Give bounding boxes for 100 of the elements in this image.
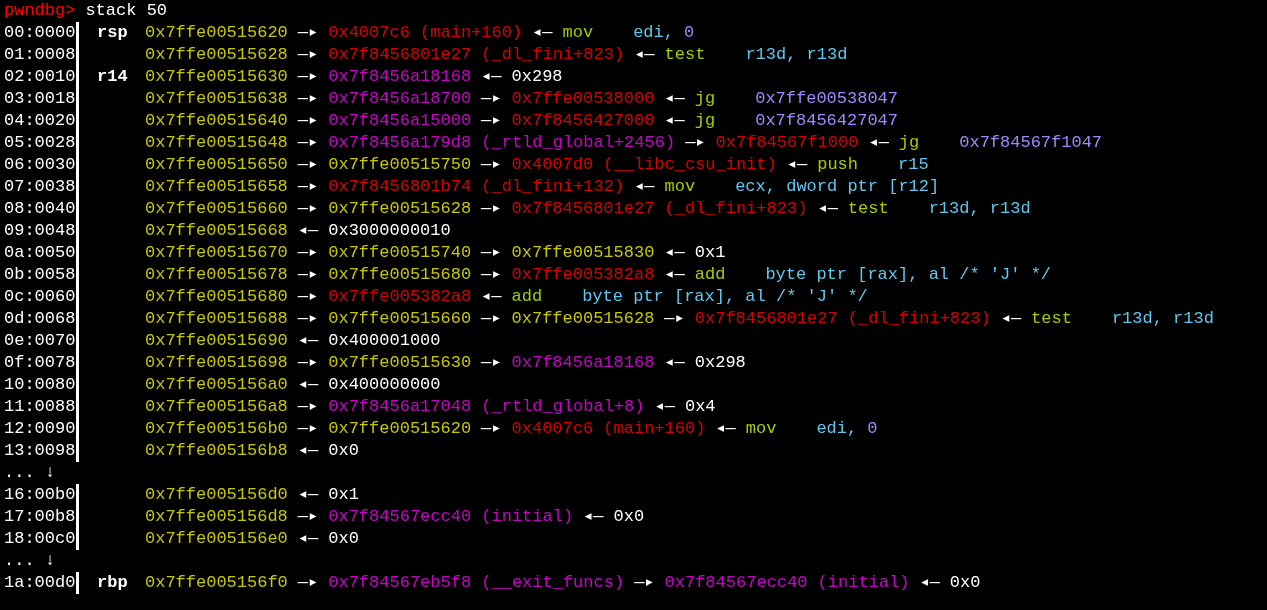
arrow-text: ◂— [297, 528, 319, 550]
data-address: 0x7f84567ecc40 (initial) [328, 506, 574, 528]
stack-offset: 0a:0050 [4, 242, 76, 264]
stack-address: 0x7ffe00515680 [145, 286, 288, 308]
arrow-text: ◂— [634, 44, 655, 66]
instruction-operand: r15 [898, 154, 929, 176]
stack-address: 0x7ffe00515670 [145, 242, 288, 264]
data-address: 0x7f8456a18168 [328, 66, 472, 88]
stack-offset: 0c:0060 [4, 286, 76, 308]
arrow-text: ◂— [817, 198, 838, 220]
arrow-text: —▸ [297, 396, 319, 418]
arrow-text: —▸ [297, 418, 319, 440]
register-label: r14 [97, 66, 128, 88]
stack-address: 0x7ffe00515680 [328, 264, 472, 286]
arrow-text: —▸ [297, 286, 319, 308]
value-text: 0x400001000 [328, 330, 441, 352]
stack-address: 0x7ffe00515630 [145, 66, 288, 88]
arrow-text: —▸ [664, 308, 685, 330]
code-address: 0x7ffe005382a8 [328, 286, 472, 308]
stack-offset: 08:0040 [4, 198, 76, 220]
value-text: 0x1 [328, 484, 359, 506]
arrow-text: —▸ [297, 66, 319, 88]
stack-offset: 0b:0058 [4, 264, 76, 286]
prompt-label: pwndbg> [4, 0, 76, 22]
stack-offset: 09:0048 [4, 220, 76, 242]
skip-marker: ... ↓ [4, 550, 55, 572]
immediate-value: 0x7ffe00538047 [755, 88, 899, 110]
stack-offset: 0f:0078 [4, 352, 76, 374]
value-text: 0x400000000 [328, 374, 441, 396]
stack-address: 0x7ffe00515668 [145, 220, 288, 242]
stack-address: 0x7ffe00515640 [145, 110, 288, 132]
arrow-text: —▸ [297, 22, 319, 44]
arrow-text: ◂— [297, 440, 319, 462]
instruction-mnemonic: add [511, 286, 543, 308]
instruction-operand: byte ptr [rax], al /* 'J' */ [765, 264, 1052, 286]
stack-address: 0x7ffe005156b0 [145, 418, 288, 440]
value-text: 0x298 [694, 352, 746, 374]
arrow-text: —▸ [297, 352, 319, 374]
stack-address: 0x7ffe00515638 [145, 88, 288, 110]
arrow-text: —▸ [297, 44, 319, 66]
register-label: rbp [97, 572, 128, 594]
stack-address: 0x7ffe00515660 [328, 308, 472, 330]
arrow-text: ◂— [664, 88, 685, 110]
instruction-mnemonic: mov [664, 176, 696, 198]
stack-offset: 12:0090 [4, 418, 76, 440]
immediate-value: 0 [683, 22, 695, 44]
stack-offset: 03:0018 [4, 88, 76, 110]
code-address: 0x7f84567f1000 [715, 132, 859, 154]
arrow-text: ◂— [868, 132, 889, 154]
arrow-text: —▸ [297, 242, 319, 264]
value-text: 0x0 [328, 440, 359, 462]
stack-offset: 01:0008 [4, 44, 76, 66]
stack-address: 0x7ffe00515660 [145, 198, 288, 220]
arrow-text: —▸ [297, 198, 319, 220]
arrow-text: —▸ [297, 572, 319, 594]
value-text: 0x0 [613, 506, 645, 528]
value-text: 0x0 [328, 528, 359, 550]
stack-address: 0x7ffe005156d0 [145, 484, 288, 506]
code-address: 0x4007c6 (main+160) [328, 22, 523, 44]
arrow-text: —▸ [297, 154, 319, 176]
stack-offset: 11:0088 [4, 396, 76, 418]
code-address: 0x7f8456427000 [511, 110, 655, 132]
immediate-value: 0 [867, 418, 878, 440]
instruction-mnemonic: push [817, 154, 859, 176]
arrow-text: ◂— [481, 286, 502, 308]
arrow-text: —▸ [481, 88, 502, 110]
stack-address: 0x7ffe005156e0 [145, 528, 288, 550]
arrow-text: ◂— [715, 418, 736, 440]
stack-address: 0x7ffe00515658 [145, 176, 288, 198]
stack-address: 0x7ffe00515630 [328, 352, 472, 374]
code-address: 0x4007c6 (main+160) [511, 418, 706, 440]
instruction-operand: r13d, r13d [1111, 308, 1214, 330]
arrow-text: ◂— [297, 374, 319, 396]
value-text: 0x298 [511, 66, 563, 88]
stack-address: 0x7ffe00515750 [328, 154, 472, 176]
arrow-text: ◂— [664, 264, 685, 286]
code-address: 0x7ffe005382a8 [511, 264, 655, 286]
value-text: 0x0 [949, 572, 981, 594]
instruction-mnemonic: mov [745, 418, 777, 440]
arrow-text: —▸ [297, 110, 319, 132]
stack-offset: 00:0000 [4, 22, 76, 44]
stack-offset: 07:0038 [4, 176, 76, 198]
arrow-text: —▸ [297, 308, 319, 330]
stack-address: 0x7ffe00515740 [328, 242, 472, 264]
command-text: stack 50 [85, 0, 168, 22]
arrow-text: ◂— [919, 572, 940, 594]
stack-address: 0x7ffe00515698 [145, 352, 288, 374]
instruction-operand: r13d, r13d [745, 44, 848, 66]
arrow-text: —▸ [297, 132, 319, 154]
value-text: 0x1 [694, 242, 726, 264]
stack-address: 0x7ffe005156a0 [145, 374, 288, 396]
arrow-text: —▸ [481, 242, 502, 264]
data-address: 0x7f84567eb5f8 (__exit_funcs) [328, 572, 625, 594]
arrow-text: —▸ [685, 132, 706, 154]
instruction-operand: edi, [816, 418, 858, 440]
arrow-text: —▸ [297, 176, 319, 198]
arrow-text: ◂— [297, 484, 319, 506]
stack-address: 0x7ffe00515650 [145, 154, 288, 176]
stack-address: 0x7ffe00515678 [145, 264, 288, 286]
stack-offset: 17:00b8 [4, 506, 76, 528]
